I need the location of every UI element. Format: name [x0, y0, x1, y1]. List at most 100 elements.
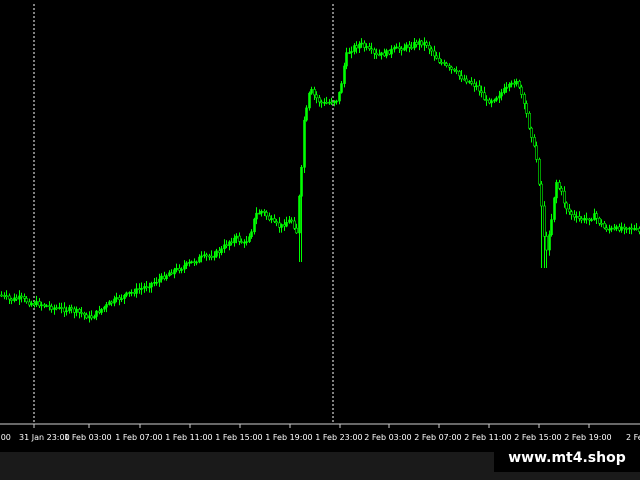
candle-body	[595, 213, 598, 219]
watermark-text: www.mt4.shop	[494, 444, 640, 472]
candle-body	[625, 228, 628, 230]
time-axis-label: 1 Feb 23:00	[315, 433, 363, 442]
candle-body	[580, 218, 583, 221]
candle-body	[220, 248, 223, 254]
candle-body	[500, 92, 503, 97]
candle-body	[260, 211, 263, 214]
candle-body	[203, 254, 206, 257]
candle-body	[143, 286, 146, 289]
candle-body	[63, 307, 66, 313]
candle-body	[270, 218, 273, 221]
candle-body	[550, 219, 553, 236]
candle-body	[60, 307, 63, 309]
candle-body	[560, 188, 563, 192]
candle-body	[528, 113, 531, 129]
time-axis-label: 2 Feb 19:00	[564, 433, 612, 442]
candle-body	[325, 102, 328, 104]
candle-body	[470, 81, 473, 84]
time-axis-label: 2 Feb 15:00	[514, 433, 562, 442]
candle-body	[553, 197, 556, 220]
price-chart[interactable]: :0031 Jan 23:001 Feb 03:001 Feb 07:001 F…	[0, 0, 640, 480]
candle-body	[0, 294, 3, 297]
candle-body	[420, 40, 423, 46]
candle-body	[173, 269, 176, 275]
candle-body	[163, 275, 166, 280]
candle-body	[195, 261, 198, 264]
candle-body	[193, 261, 196, 264]
candle-body	[360, 42, 363, 45]
candle-body	[368, 46, 371, 50]
candle-body	[518, 81, 521, 88]
candle-body	[338, 92, 341, 102]
candle-body	[243, 241, 246, 244]
candle-body	[460, 75, 463, 80]
candle-body	[180, 268, 183, 271]
candle-body	[555, 182, 558, 199]
time-axis-label: 1 Feb 15:00	[215, 433, 263, 442]
candle-body	[160, 275, 163, 280]
candle-body	[568, 208, 571, 213]
candle-body	[150, 282, 153, 288]
candle-body	[248, 236, 251, 242]
candle-body	[315, 94, 318, 99]
candle-body	[605, 227, 608, 230]
candle-body	[280, 224, 283, 228]
candle-body	[478, 85, 481, 92]
candle-body	[400, 48, 403, 51]
candle-body	[425, 42, 428, 46]
candle-body	[318, 97, 321, 103]
candle-body	[8, 295, 11, 300]
candle-body	[68, 307, 71, 312]
candle-body	[198, 256, 201, 263]
candle-body	[603, 223, 606, 229]
candle-body	[440, 61, 443, 64]
candle-body	[50, 305, 53, 310]
candle-body	[13, 297, 16, 301]
candle-body	[433, 50, 436, 57]
candle-body	[148, 286, 151, 289]
candle-body	[355, 45, 358, 49]
candle-body	[563, 190, 566, 204]
candle-body	[5, 295, 8, 298]
time-axis-label-partial: 31 Jan 23:00	[19, 433, 70, 442]
candle-body	[178, 267, 181, 271]
candle-body	[455, 70, 458, 72]
candle-body	[238, 235, 241, 242]
candle-body	[98, 310, 101, 313]
candle-body	[218, 250, 221, 253]
candle-body	[245, 241, 248, 243]
candle-body	[103, 306, 106, 310]
time-axis-label: 2 Feb 11:00	[464, 433, 512, 442]
time-axis-clipped-label: :00	[0, 433, 11, 442]
candle-body	[95, 310, 98, 317]
candle-body	[540, 183, 543, 207]
candle-body	[113, 298, 116, 304]
candle-body	[35, 301, 38, 306]
candle-body	[565, 202, 568, 210]
candle-body	[480, 90, 483, 94]
time-axis-label: 2 Feb 07:00	[414, 433, 462, 442]
candle-body	[635, 228, 638, 230]
candle-body	[293, 220, 296, 229]
candle-body	[210, 255, 213, 258]
candle-body	[170, 272, 173, 275]
candle-body	[515, 81, 518, 85]
candle-body	[558, 182, 561, 189]
candle-body	[510, 82, 513, 85]
candle-body	[133, 291, 136, 294]
chart-canvas[interactable]	[0, 0, 640, 480]
candle-body	[75, 308, 78, 313]
candle-body	[40, 304, 43, 307]
candle-body	[538, 159, 541, 185]
candle-body	[530, 127, 533, 138]
candle-body	[303, 119, 306, 168]
candle-body	[230, 241, 233, 244]
candle-body	[330, 101, 333, 104]
candle-body	[598, 218, 601, 224]
candle-body	[190, 261, 193, 264]
candle-body	[578, 216, 581, 219]
candle-body	[215, 250, 218, 257]
candle-body	[155, 281, 158, 284]
candle-body	[495, 97, 498, 101]
candle-body	[108, 301, 111, 305]
